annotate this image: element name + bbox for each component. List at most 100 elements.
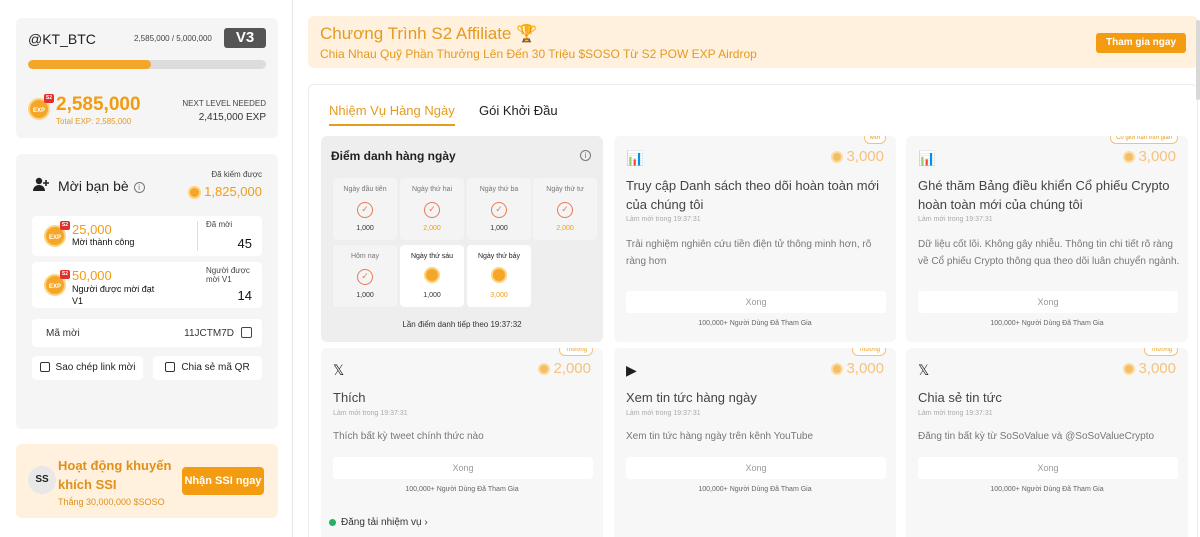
loading-tasks[interactable]: Đăng tải nhiệm vụ › (329, 517, 428, 528)
checkin-day[interactable]: Ngày thứ sáu 1,000 (400, 245, 464, 307)
stat-right-label: Đã mời (206, 220, 233, 229)
youtube-icon: ▶ (626, 362, 637, 378)
copy-link-button[interactable]: Sao chép link mời (32, 356, 143, 380)
tab-daily-tasks[interactable]: Nhiệm Vụ Hàng Ngày (329, 103, 455, 126)
task-refresh-time: Làm mới trong 19:37:31 (918, 410, 993, 417)
add-user-icon (33, 177, 49, 191)
task-done-button[interactable]: Xong (626, 291, 886, 313)
invite-stat-success: EXP S2 25,000 Mời thành công Đã mời 45 (32, 216, 262, 256)
invite-stat-v1: EXP S2 50,000 Người được mời đạt V1 Người… (32, 262, 262, 308)
task-done-button[interactable]: Xong (626, 457, 886, 479)
level-card: @KT_BTC 2,585,000 / 5,000,000 V3 EXP S2 2… (16, 18, 278, 138)
daily-checkin-card: Điểm danh hàng ngày i Ngày đầu tiên ✓ 1,00… (321, 136, 603, 342)
checkin-day[interactable]: Ngày thứ hai ✓ 2,000 (400, 178, 464, 240)
coin-icon (1123, 151, 1136, 164)
task-title: Thích (333, 390, 366, 405)
checkin-day[interactable]: Ngày thứ ba ✓ 1,000 (467, 178, 531, 240)
ssi-logo: SS (28, 466, 56, 494)
exp-coin-icon (491, 267, 507, 283)
task-tag: Thưởng (852, 348, 886, 356)
info-icon[interactable]: i (133, 181, 145, 193)
invite-code-label: Mã mời (46, 328, 80, 339)
tasks-panel: Nhiệm Vụ Hàng Ngày Gói Khởi Đầu Điểm dan… (308, 84, 1198, 537)
chart-icon: 📊 (918, 150, 936, 166)
check-circle-icon: ✓ (357, 269, 373, 285)
exp-value: 2,585,000 (56, 94, 141, 115)
checkin-day-label: Ngày thứ sáu (410, 253, 454, 260)
tab-starter-pack[interactable]: Gói Khởi Đầu (479, 103, 558, 118)
stat-right-value: 14 (237, 288, 252, 303)
task-reward: 3,000 (1123, 360, 1176, 377)
chevron-right-icon: › (424, 517, 428, 528)
task-tag: Thưởng (1144, 348, 1178, 356)
coin-icon (538, 363, 551, 376)
task-tag: Có giới hạn thời gian (1110, 136, 1178, 144)
next-checkin-time: Lần điểm danh tiếp theo 19:37:32 (402, 320, 522, 329)
checkin-day-label: Ngày thứ tư (546, 186, 584, 193)
checkin-day-value: 1,000 (356, 292, 374, 299)
task-desc: Dữ liệu cốt lõi. Không gây nhiễu. Thông … (918, 239, 1180, 267)
checkin-day-value: 2,000 (423, 225, 441, 232)
task-reward: 3,000 (1123, 148, 1176, 165)
task-refresh-time: Làm mới trong 19:37:31 (333, 410, 408, 417)
checkin-day[interactable]: Ngày đầu tiên ✓ 1,000 (333, 178, 397, 240)
check-circle-icon: ✓ (424, 202, 440, 218)
ssi-promo-card: SS Hoạt động khuyến khích SSI Thắng 30,0… (16, 444, 278, 518)
affiliate-banner: Chương Trình S2 Affiliate 🏆 Chia Nhau Qu… (308, 16, 1198, 68)
username: @KT_BTC (28, 31, 96, 47)
column-divider (292, 0, 293, 537)
stat-desc: Mời thành công (72, 237, 135, 247)
task-done-button[interactable]: Xong (918, 457, 1178, 479)
task-desc: Trải nghiệm nghiên cứu tiền điện tử thôn… (626, 239, 872, 267)
task-card: Thưởng ▶ 3,000 Xem tin tức hàng ngày Làm mới… (614, 348, 896, 537)
chart-icon: 📊 (626, 150, 644, 166)
info-icon[interactable]: i (580, 150, 591, 161)
claim-ssi-button[interactable]: Nhận SSI ngay (182, 467, 264, 495)
copy-icon[interactable] (241, 327, 252, 338)
checkin-day-value: 2,000 (556, 225, 574, 232)
status-dot-icon (329, 518, 336, 526)
checkin-day[interactable]: Hôm nay ✓ 1,000 (333, 245, 397, 307)
ssi-title: Hoạt động khuyến khích SSI (58, 458, 172, 492)
task-card: Thưởng 𝕏 3,000 Chia sẻ tin tức Làm mới trong… (906, 348, 1188, 537)
exp-badge-icon: EXP S2 (44, 221, 70, 247)
task-participants: 100,000+ Người Dùng Đã Tham Gia (990, 486, 1104, 493)
stat-value: 25,000 (72, 222, 112, 237)
banner-title: Chương Trình S2 Affiliate 🏆 (320, 24, 538, 43)
level-progress-bar (28, 60, 266, 69)
exp-coin-icon (424, 267, 440, 283)
coin-icon (188, 186, 202, 200)
left-panel: @KT_BTC 2,585,000 / 5,000,000 V3 EXP S2 2… (0, 0, 292, 537)
exp-ratio: 2,585,000 / 5,000,000 (134, 34, 212, 43)
level-progress-fill (28, 60, 152, 69)
invite-title: Mời bạn bè i (58, 178, 145, 194)
task-refresh-time: Làm mới trong 19:37:31 (918, 216, 993, 223)
checkin-day-label: Hôm nay (350, 253, 379, 260)
checkin-day[interactable]: Ngày thứ tư ✓ 2,000 (533, 178, 597, 240)
task-tag: Thưởng (559, 348, 593, 356)
checkin-day-label: Ngày thứ bảy (477, 253, 521, 260)
exp-badge-icon: EXP S2 (44, 270, 70, 296)
task-card: Mới 📊 3,000 Truy cập Danh sách theo dõi hoà… (614, 136, 896, 342)
join-now-button[interactable]: Tham gia ngay (1096, 33, 1186, 53)
invite-card: Mời bạn bè i Đã kiếm được 1,825,000 EXP S2… (16, 154, 278, 429)
exp-badge-icon: EXP S2 (28, 94, 54, 120)
checkin-title: Điểm danh hàng ngày (331, 149, 456, 163)
task-participants: 100,000+ Người Dùng Đã Tham Gia (698, 486, 812, 493)
invite-code-value: 11JCTM7D (184, 328, 234, 339)
checkin-day[interactable]: Ngày thứ bảy 3,000 (467, 245, 531, 307)
checkin-day-label: Ngày thứ hai (411, 186, 453, 193)
task-desc: Thích bất kỳ tweet chính thức nào (333, 431, 484, 442)
check-circle-icon: ✓ (357, 202, 373, 218)
ssi-subtitle: Thắng 30,000,000 $SOSO (58, 497, 165, 507)
share-qr-button[interactable]: Chia sẻ mã QR (153, 356, 262, 380)
task-participants: 100,000+ Người Dùng Đã Tham Gia (698, 320, 812, 327)
task-done-button[interactable]: Xong (918, 291, 1178, 313)
task-reward: 3,000 (831, 148, 884, 165)
stat-right-label: Người được mời V1 (206, 266, 250, 284)
task-done-button[interactable]: Xong (333, 457, 593, 479)
task-reward: 3,000 (831, 360, 884, 377)
scrollbar[interactable] (1196, 20, 1200, 100)
task-tag: Mới (863, 136, 886, 144)
copy-icon (39, 362, 50, 373)
